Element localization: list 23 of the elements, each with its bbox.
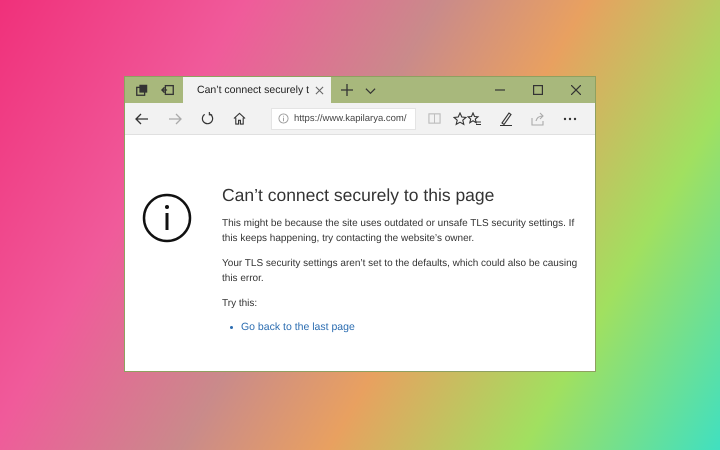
set-aside-icon[interactable] <box>161 83 175 97</box>
error-heading: Can’t connect securely to this page <box>222 185 496 206</box>
more-icon[interactable] <box>563 116 577 120</box>
bullet-icon <box>230 326 233 328</box>
pen-icon[interactable] <box>499 112 513 126</box>
star-icon[interactable] <box>453 112 467 126</box>
error-message: Your TLS security settings aren’t set to the defaults, which could also be causing this error. <box>222 257 578 286</box>
maximize-icon[interactable] <box>533 85 543 95</box>
refresh-icon[interactable] <box>201 112 214 125</box>
back-icon[interactable] <box>135 112 149 126</box>
browser-tab[interactable]: Can’t connect securely t <box>183 77 331 103</box>
home-icon[interactable] <box>233 112 246 125</box>
close-icon[interactable] <box>315 86 324 94</box>
info-icon <box>142 193 192 243</box>
address-bar[interactable]: https://www.kapilarya.com/ <box>271 108 416 130</box>
favorites-icon[interactable] <box>467 112 481 126</box>
info-icon <box>278 113 289 124</box>
error-message: This might be because the site uses outdated or unsafe TLS security settings. If this keeps happening, try contacting the website’s owner. <box>222 217 576 246</box>
plus-icon[interactable] <box>341 84 353 96</box>
tabs-icon[interactable] <box>135 83 149 97</box>
close-icon[interactable] <box>571 85 581 95</box>
try-this-label: Try this: <box>222 297 258 311</box>
go-back-link[interactable]: Go back to the last page <box>241 321 355 333</box>
